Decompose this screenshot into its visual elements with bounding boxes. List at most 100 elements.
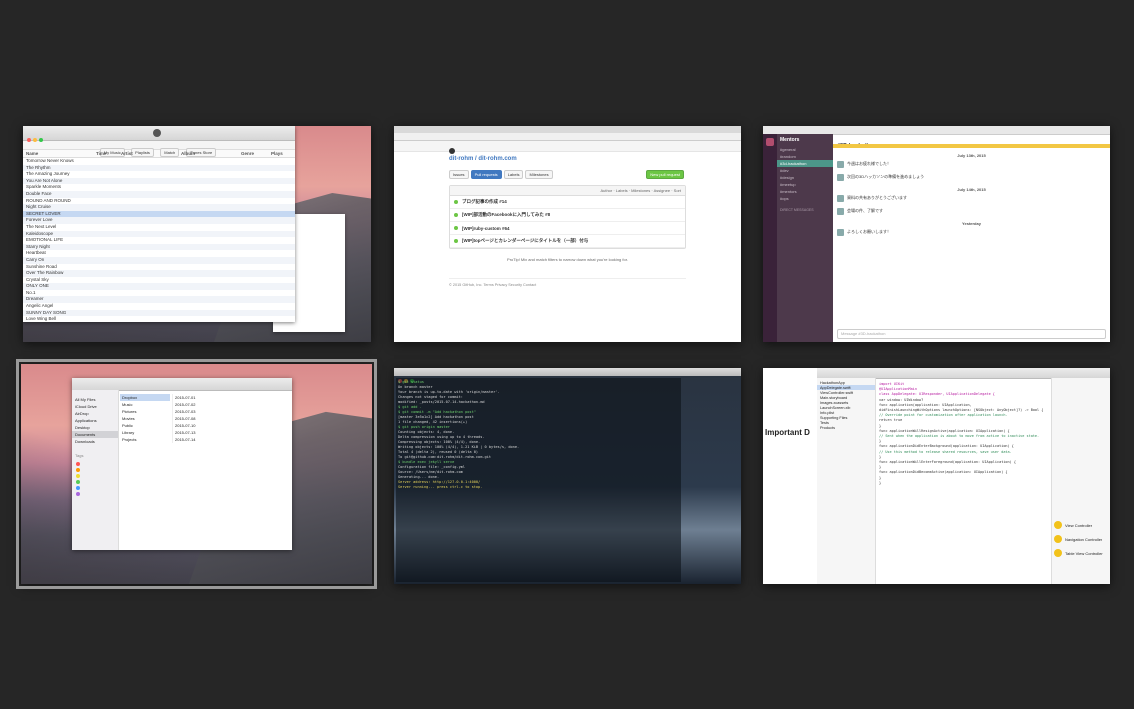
pr-title[interactable]: [WIP]topページとカレンダーページにタイトルを（一部）付与 [462,238,588,244]
folder-item[interactable]: 2015-07-03 [173,408,223,415]
tag-yellow-icon[interactable] [76,474,80,478]
team-name[interactable]: Mentors [777,134,833,146]
sidebar-channel[interactable]: #random [777,153,833,160]
avatar[interactable] [837,229,844,236]
song-row[interactable]: Starry Night [23,243,295,251]
song-row[interactable]: Forever Love [23,217,295,224]
folder-item[interactable]: 2015-07-14 [173,436,223,443]
folder-item[interactable]: 2015-07-01 [173,394,223,401]
team-icon[interactable] [766,138,774,146]
sidebar-item[interactable]: All My Files [72,396,118,403]
folder-item[interactable]: Pictures [120,408,170,415]
song-row[interactable]: Love Wing Bell [23,316,295,323]
tab-milestones[interactable]: Milestones [525,170,553,179]
song-row[interactable]: The Rhythm [23,164,295,172]
sidebar-item[interactable]: Downloads [72,438,118,445]
folder-item[interactable]: 2015-07-10 [173,422,223,429]
window-thumbnail-itunes[interactable]: My Music Playlists Match iTunes Store Na… [23,126,371,342]
filter-assignee[interactable]: Assignee [654,188,670,193]
pr-row[interactable]: ブログ記事の作成 #14 [450,196,685,209]
folder-item[interactable]: 2015-07-08 [173,415,223,422]
window-thumbnail-finder[interactable]: All My Files iCloud Drive AirDrop Applicati… [16,359,377,589]
column-header[interactable]: Album [181,150,241,157]
tag-red-icon[interactable] [76,462,80,466]
sidebar-item[interactable]: Desktop [72,424,118,431]
pr-row[interactable]: [WIP]topページとカレンダーページにタイトルを（一部）付与 [450,235,685,248]
song-row[interactable]: Over The Rainbow [23,270,295,277]
avatar[interactable] [837,195,844,202]
song-row[interactable]: ONLY ONE [23,283,295,290]
window-thumbnail-github[interactable]: dit-rohm / dit-rohm.com Issues Pull requ… [394,126,741,342]
sidebar-item[interactable]: iCloud Drive [72,403,118,410]
sidebar-channel[interactable]: #general [777,146,833,153]
song-row[interactable]: Sunshine Road [23,264,295,271]
song-row[interactable]: SECRET LOVER [23,210,295,218]
sidebar-item[interactable]: Documents [72,431,118,438]
pr-title[interactable]: [WIP]ruby-custom #64 [462,226,510,231]
song-row[interactable]: The Amazing Journey [23,171,295,178]
pr-row[interactable]: [WIP]部活動のFacebookに入門してみた #8 [450,209,685,222]
pr-title[interactable]: ブログ記事の作成 #14 [462,199,507,205]
filter-labels[interactable]: Labels [616,188,628,193]
sidebar-item[interactable]: AirDrop [72,410,118,417]
library-item[interactable]: Navigation Controller [1052,532,1110,546]
song-row[interactable]: Angelic Angel [23,303,295,310]
repo-path[interactable]: dit-rohm / dit-rohm.com [449,156,686,162]
sidebar-channel[interactable]: #ops [777,195,833,202]
browser-address-bar[interactable] [394,133,741,141]
window-controls[interactable] [27,129,45,147]
song-row[interactable]: Crystal Sky [23,277,295,284]
avatar[interactable] [837,174,844,181]
column-header[interactable]: Genre [241,150,271,157]
tag-blue-icon[interactable] [76,486,80,490]
sidebar-channel[interactable]: #mentors [777,188,833,195]
song-row[interactable]: Dreamer [23,296,295,304]
window-thumbnail-slack[interactable]: Mentors #general #random #3d-hackathon #dev… [763,126,1110,342]
sidebar-channel[interactable]: #design [777,174,833,181]
message-input[interactable]: Message #3D-hackathon [837,329,1106,339]
library-item[interactable]: View Controller [1052,518,1110,532]
song-row[interactable]: Carry On [23,256,295,264]
avatar[interactable] [837,161,844,168]
song-row[interactable]: Sparkle Moments [23,184,295,191]
sidebar-channel[interactable]: #dev [777,167,833,174]
song-row[interactable]: EMOTIONAL LIFE [23,237,295,244]
tab-pull-requests[interactable]: Pull requests [470,170,502,179]
song-row[interactable]: SUNNY DAY SONG [23,309,295,317]
folder-item[interactable]: Music [120,401,170,408]
pr-row[interactable]: [WIP]ruby-custom #64 [450,222,685,235]
sidebar-item[interactable]: Applications [72,417,118,424]
navigator-item[interactable]: Products [817,425,875,430]
filter-milestones[interactable]: Milestones [631,188,650,193]
folder-item[interactable]: 2015-07-02 [173,401,223,408]
song-row[interactable]: Kaleidoscope [23,230,295,238]
window-thumbnail-terminal[interactable]: $ git status On branch master Your branch … [394,368,741,584]
column-header[interactable]: Time [96,150,121,157]
column-header[interactable]: Artist [121,150,181,157]
song-row[interactable]: Tomorrow Never Knows [23,158,295,165]
song-row[interactable]: ROUND AND ROUND [23,198,295,205]
song-row[interactable]: Heartbeat [23,250,295,257]
tab-labels[interactable]: Labels [503,170,524,179]
folder-item[interactable]: Dropbox [120,394,170,401]
song-row[interactable]: The Next Level [23,224,295,231]
column-header[interactable]: Plays [271,150,291,157]
window-thumbnail-xcode[interactable]: Important D HackathonApp AppDelegate.swif… [763,368,1110,584]
filter-sort[interactable]: Sort [674,188,681,193]
terminal-output[interactable]: $ git status On branch master Your branch … [396,378,681,582]
new-pull-request-button[interactable]: New pull request [646,170,684,179]
tag-green-icon[interactable] [76,480,80,484]
song-row[interactable]: Night Cruise [23,204,295,211]
sidebar-channel[interactable]: #meetup [777,181,833,188]
folder-item[interactable]: Projects [120,436,170,443]
folder-item[interactable]: Movies [120,415,170,422]
pr-title[interactable]: [WIP]部活動のFacebookに入門してみた #8 [462,212,550,218]
song-row[interactable]: You Are Not Alone [23,177,295,185]
folder-item[interactable]: Library [120,429,170,436]
tag-orange-icon[interactable] [76,468,80,472]
github-logo-icon[interactable] [449,148,455,154]
song-row[interactable]: Double Face [23,190,295,198]
source-editor[interactable]: import UIKit @UIApplicationMain class AppD… [879,382,1050,584]
song-row[interactable]: No.1 [23,290,295,297]
folder-item[interactable]: 2015-07-13 [173,429,223,436]
